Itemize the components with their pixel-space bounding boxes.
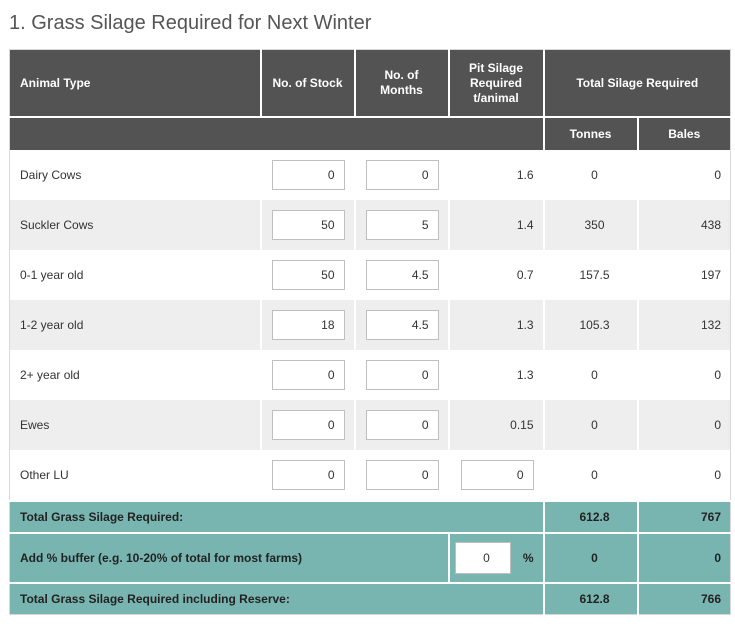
animal-label: Other LU [9,450,262,501]
table-row: 0-1 year old 0.7 157.5 197 [9,250,731,300]
months-input[interactable] [365,460,439,490]
tonnes-value: 0 [543,450,639,501]
bales-value: 438 [637,200,731,250]
tonnes-value: 0 [543,150,639,200]
months-input[interactable] [365,210,439,240]
table-row: 2+ year old 1.3 0 0 [9,350,731,400]
tonnes-value: 0 [543,350,639,400]
bales-value: 0 [637,350,731,400]
bales-value: 132 [637,300,731,350]
table-row: Other LU 0 0 [9,450,731,501]
animal-label: Dairy Cows [9,150,262,200]
table-row: 1-2 year old 1.3 105.3 132 [9,300,731,350]
bales-value: 0 [637,150,731,200]
animal-label: 2+ year old [9,350,262,400]
months-header: No. of Months [354,49,450,118]
months-input[interactable] [365,310,439,340]
bales-value: 197 [637,250,731,300]
total-required-tonnes: 612.8 [543,500,639,533]
pit-silage-value: 1.6 [448,150,545,200]
pit-silage-value: 1.3 [448,350,545,400]
buffer-input[interactable] [454,542,511,574]
stock-input[interactable] [271,260,345,290]
stock-header: No. of Stock [260,49,356,118]
months-input[interactable] [365,360,439,390]
buffer-row: Add % buffer (e.g. 10-20% of total for m… [9,532,731,583]
animal-label: 0-1 year old [9,250,262,300]
stock-input[interactable] [271,410,345,440]
tonnes-value: 157.5 [543,250,639,300]
buffer-tonnes: 0 [543,532,639,583]
bales-value: 0 [637,400,731,450]
buffer-label: Add % buffer (e.g. 10-20% of total for m… [9,532,450,583]
silage-table: Animal Type No. of Stock No. of Months P… [9,49,731,615]
months-input[interactable] [365,260,439,290]
total-silage-header: Total Silage Required [543,49,731,118]
pit-silage-value: 0.15 [448,400,545,450]
subheader-row: Tonnes Bales [9,117,731,150]
header-row: Animal Type No. of Stock No. of Months P… [9,49,731,118]
total-required-row: Total Grass Silage Required: 612.8 767 [9,500,731,533]
tonnes-value: 350 [543,200,639,250]
animal-label: Suckler Cows [9,200,262,250]
bales-value: 0 [637,450,731,501]
pit-silage-value: 0.7 [448,250,545,300]
pit-silage-value: 1.4 [448,200,545,250]
animal-label: 1-2 year old [9,300,262,350]
total-reserve-tonnes: 612.8 [543,582,639,615]
tonnes-header: Tonnes [543,117,639,150]
pit-silage-header: Pit Silage Required t/animal [448,49,545,118]
tonnes-value: 0 [543,400,639,450]
pit-silage-input[interactable] [460,460,534,490]
percent-sign: % [522,551,534,565]
total-required-bales: 767 [637,500,731,533]
stock-input[interactable] [271,210,345,240]
total-reserve-bales: 766 [637,582,731,615]
total-reserve-row: Total Grass Silage Required including Re… [9,582,731,615]
stock-input[interactable] [271,360,345,390]
buffer-bales: 0 [637,532,731,583]
buffer-field: % [454,542,534,574]
page-title: 1. Grass Silage Required for Next Winter [9,12,372,34]
animal-type-header: Animal Type [9,49,262,118]
pit-silage-value: 1.3 [448,300,545,350]
subheader-blank [9,117,545,150]
bales-header: Bales [637,117,731,150]
table-row: Suckler Cows 1.4 350 438 [9,200,731,250]
animal-label: Ewes [9,400,262,450]
stock-input[interactable] [271,460,345,490]
table-row: Dairy Cows 1.6 0 0 [9,150,731,200]
total-required-label: Total Grass Silage Required: [9,500,545,533]
stock-input[interactable] [271,160,345,190]
total-reserve-label: Total Grass Silage Required including Re… [9,582,545,615]
months-input[interactable] [365,410,439,440]
table-row: Ewes 0.15 0 0 [9,400,731,450]
stock-input[interactable] [271,310,345,340]
months-input[interactable] [365,160,439,190]
tonnes-value: 105.3 [543,300,639,350]
